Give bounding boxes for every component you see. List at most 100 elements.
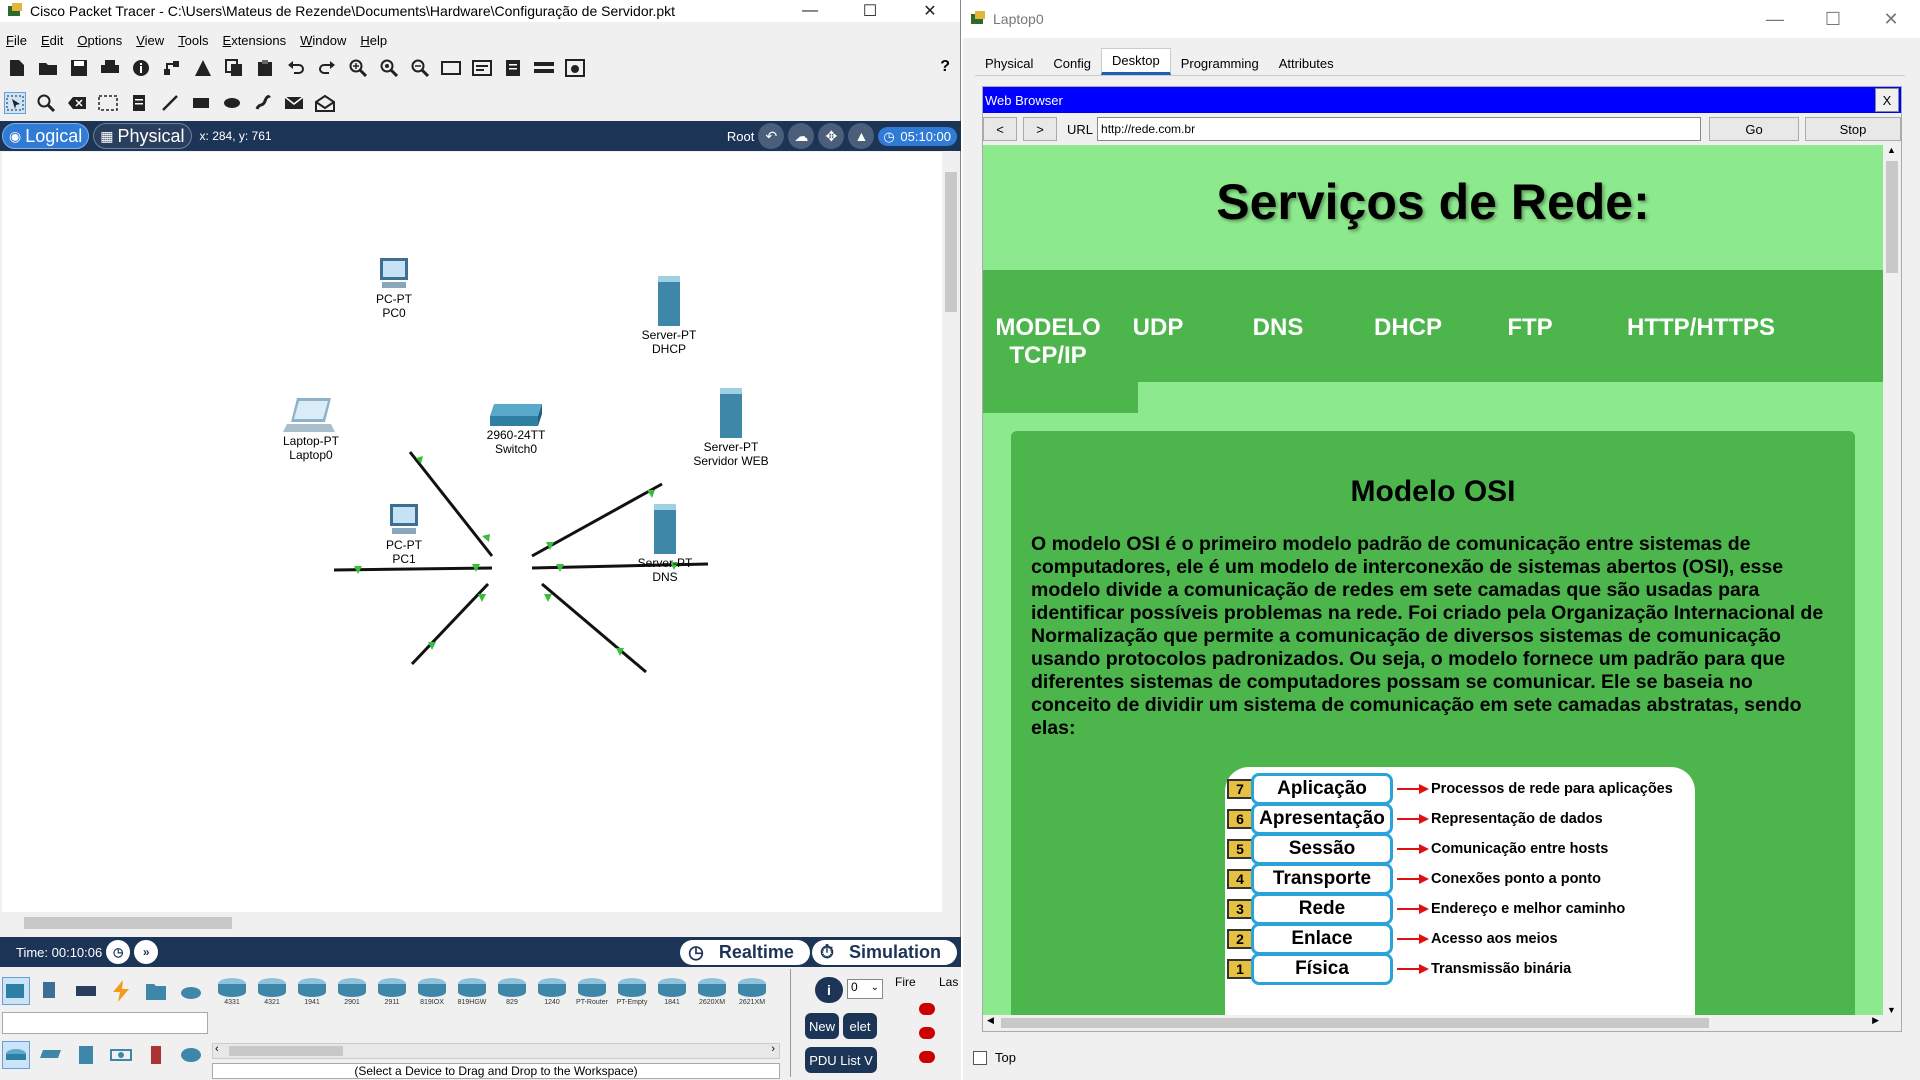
scrollbar-thumb[interactable] [229,1046,343,1056]
multiuser-cloud-icon[interactable] [177,977,205,1005]
undo-icon[interactable] [285,57,307,79]
device-switch0[interactable]: 2960-24TT Switch0 [476,402,556,456]
scroll-left-icon[interactable]: ‹ [215,1043,219,1055]
nav-http-https[interactable]: HTTP/HTTPS [1611,314,1791,342]
close-button[interactable]: ✕ [1862,0,1920,38]
misc-folder-icon[interactable] [142,977,170,1005]
delete-tool-icon[interactable] [66,92,88,114]
device-model-item[interactable]: 2621XM [732,969,772,1017]
physical-mode-button[interactable]: ▦ Physical [93,123,192,149]
scroll-right-icon[interactable]: ▶ [1872,1015,1879,1026]
device-model-item[interactable]: PT-Router [572,969,612,1017]
forward-button[interactable]: > [1023,117,1057,141]
menu-view[interactable]: View [136,33,164,48]
device-search-input[interactable] [2,1012,208,1034]
freeform-draw-icon[interactable] [252,92,274,114]
routers-icon[interactable] [2,1041,30,1069]
scroll-left-icon[interactable]: ◀ [987,1015,994,1026]
viewport-icon[interactable]: ▲ [848,123,875,149]
tab-attributes[interactable]: Attributes [1269,52,1344,75]
components-icon[interactable] [72,977,100,1005]
activity-wizard-icon[interactable] [192,57,214,79]
network-devices-icon[interactable] [2,977,30,1005]
maximize-button[interactable]: ☐ [1804,0,1862,38]
device-pc0[interactable]: PC-PT PC0 [364,256,424,320]
scenario-info-icon[interactable]: i [815,977,843,1003]
device-model-item[interactable]: 1941 [292,969,332,1017]
device-model-item[interactable]: 1841 [652,969,692,1017]
cloud-icon[interactable]: ☁ [788,123,815,149]
close-button[interactable]: ✕ [900,0,960,22]
zoom-out-icon[interactable] [409,57,431,79]
wireless-devices-icon[interactable] [107,1041,135,1069]
scenario-select[interactable]: 0 ⌄ [847,979,883,999]
device-dhcp[interactable]: Server-PT DHCP [632,274,706,356]
menu-file[interactable]: File [6,33,27,48]
new-scenario-button[interactable]: New [805,1013,839,1039]
device-model-item[interactable]: 819HGW [452,969,492,1017]
minimize-button[interactable]: — [1746,0,1804,38]
network-info-icon[interactable] [161,57,183,79]
menu-extensions[interactable]: Extensions [223,33,287,48]
device-model-item[interactable]: 4331 [212,969,252,1017]
nav-ftp[interactable]: FTP [1495,314,1565,342]
workspace-vertical-scrollbar[interactable] [942,152,960,912]
copy-icon[interactable] [223,57,245,79]
device-template-icon[interactable] [533,57,555,79]
pdu-fire-dot[interactable] [919,1051,935,1063]
nav-udp[interactable]: UDP [1123,314,1193,342]
pdu-fire-dot[interactable] [919,1003,935,1015]
stop-button[interactable]: Stop [1805,117,1901,141]
nav-dhcp[interactable]: DHCP [1363,314,1453,342]
power-cycle-icon[interactable]: ◷ [106,940,131,964]
zoom-reset-icon[interactable] [378,57,400,79]
device-model-item[interactable]: 4321 [252,969,292,1017]
device-strip-scrollbar[interactable]: ‹ › [212,1043,780,1059]
menu-help[interactable]: Help [360,33,387,48]
menu-window[interactable]: Window [300,33,346,48]
page-vertical-scrollbar[interactable]: ▲ ▼ [1883,145,1901,1015]
device-dns[interactable]: Server-PT DNS [628,502,702,584]
url-input[interactable] [1097,117,1702,141]
draw-line-icon[interactable] [159,92,181,114]
logical-workspace[interactable]: PC-PT PC0 Server-PT DHCP Laptop-PT Lapto… [2,152,942,912]
device-servidor-web[interactable]: Server-PT Servidor WEB [686,386,776,468]
logical-mode-button[interactable]: ◉ Logical [2,123,90,149]
help-icon[interactable]: ? [940,58,950,76]
paste-icon[interactable] [254,57,276,79]
device-model-item[interactable]: 829 [492,969,532,1017]
device-model-item[interactable]: 1240 [532,969,572,1017]
scroll-right-icon[interactable]: › [771,1043,775,1055]
device-model-item[interactable]: PT-Empty [612,969,652,1017]
nav-modelo-tcpip[interactable]: MODELO TCP/IP [983,314,1113,370]
text-file-icon[interactable] [502,57,524,79]
new-file-icon[interactable] [6,57,28,79]
info-icon[interactable] [130,57,152,79]
scrollbar-thumb[interactable] [945,172,957,312]
custom-device-icon[interactable] [471,57,493,79]
add-simple-pdu-icon[interactable] [283,92,305,114]
simulation-mode-button[interactable]: ⏱ Simulation [811,939,957,965]
wan-emulation-icon[interactable] [177,1041,205,1069]
realtime-mode-button[interactable]: ◷ Realtime [680,939,810,965]
note-tool-icon[interactable] [128,92,150,114]
connections-icon[interactable] [107,977,135,1005]
drawing-palette-icon[interactable] [440,57,462,79]
top-checkbox[interactable]: Top [973,1050,1016,1065]
scrollbar-thumb[interactable] [1001,1018,1709,1028]
scrollbar-thumb[interactable] [1886,161,1898,273]
menu-tools[interactable]: Tools [178,33,208,48]
back-arrow-icon[interactable]: ↶ [758,123,785,149]
save-icon[interactable] [68,57,90,79]
maximize-button[interactable]: ☐ [840,0,900,22]
menu-options[interactable]: Options [77,33,122,48]
device-pc1[interactable]: PC-PT PC1 [374,502,434,566]
scroll-down-icon[interactable]: ▼ [1887,1005,1896,1015]
scrollbar-thumb[interactable] [24,917,232,929]
delete-scenario-button[interactable]: elet [843,1013,877,1039]
draw-rectangle-icon[interactable] [190,92,212,114]
fast-forward-icon[interactable]: » [134,940,159,964]
back-button[interactable]: < [983,117,1017,141]
device-model-item[interactable]: 819IOX [412,969,452,1017]
web-view-icon[interactable] [564,57,586,79]
